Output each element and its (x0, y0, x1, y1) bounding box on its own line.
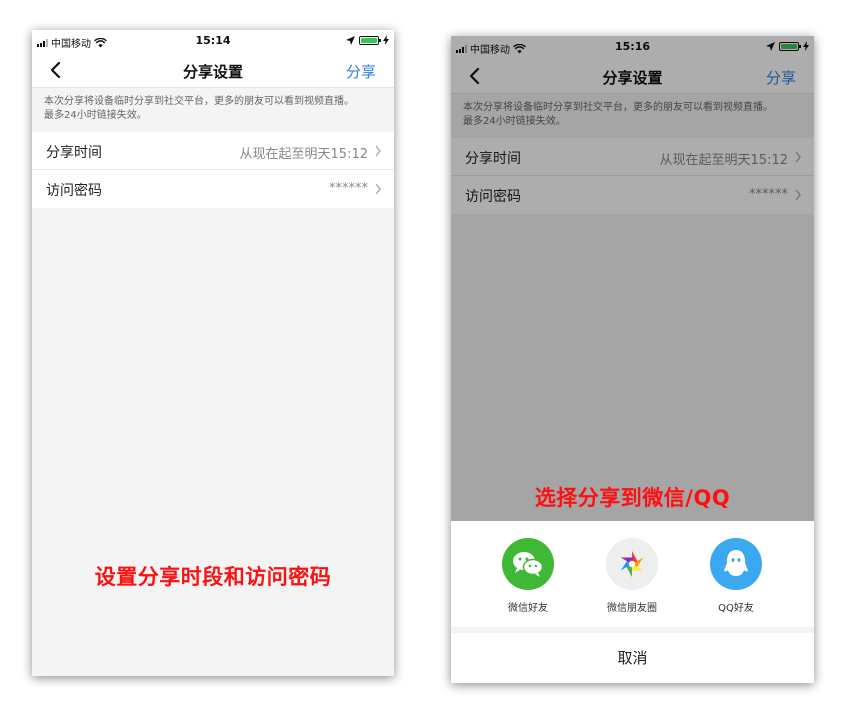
modal-backdrop[interactable] (451, 36, 814, 521)
qq-icon (710, 538, 762, 590)
chevron-right-icon (375, 145, 381, 157)
wechat-moments-icon (606, 538, 658, 590)
access-password-label: 访问密码 (46, 183, 102, 199)
share-target-label: 微信好友 (508, 603, 548, 614)
share-button[interactable]: 分享 (346, 61, 376, 82)
phone-screen-right: 中国移动 15:16 分享设置 分享 本次分享将设备临时分享到社交平台，更多的朋… (451, 36, 814, 683)
status-bar: 中国移动 15:14 (32, 30, 394, 52)
share-wechat-friends-button[interactable]: 微信好友 (488, 538, 568, 614)
annotation-caption: 设置分享时段和访问密码 (94, 565, 332, 589)
phone-screen-left: 中国移动 15:14 分享设置 分享 本次分享将设备临时分享到社交平台，更多的朋… (32, 30, 394, 676)
access-password-row[interactable]: 访问密码 ****** (32, 170, 394, 208)
page-title: 分享设置 (182, 63, 243, 81)
navigation-bar: 分享设置 分享 (32, 52, 394, 88)
share-targets: 微信好友 微信朋友圈 QQ好友 (451, 521, 814, 627)
share-time-row[interactable]: 分享时间 从现在起至明天15:12 (32, 132, 394, 170)
share-sheet: 微信好友 微信朋友圈 QQ好友 取消 (451, 521, 814, 683)
annotation-caption: 选择分享到微信/QQ (534, 486, 731, 510)
chevron-right-icon (375, 183, 381, 195)
charging-bolt-icon (383, 35, 389, 45)
share-target-label: 微信朋友圈 (607, 603, 657, 614)
wechat-icon (502, 538, 554, 590)
notice-line-1: 本次分享将设备临时分享到社交平台，更多的朋友可以看到视频直播。 (44, 96, 354, 107)
share-target-label: QQ好友 (718, 603, 754, 614)
battery-icon (359, 35, 381, 45)
cancel-button[interactable]: 取消 (451, 633, 814, 683)
share-wechat-moments-button[interactable]: 微信朋友圈 (592, 538, 672, 614)
share-time-label: 分享时间 (46, 145, 102, 161)
notice-line-2: 最多24小时链接失效。 (44, 110, 147, 121)
share-notice: 本次分享将设备临时分享到社交平台，更多的朋友可以看到视频直播。 最多24小时链接… (32, 88, 394, 132)
status-time: 15:14 (195, 34, 231, 47)
share-time-value: 从现在起至明天15:12 (239, 147, 368, 162)
location-arrow-icon (346, 35, 355, 45)
share-qq-friends-button[interactable]: QQ好友 (696, 538, 776, 614)
access-password-value: ****** (329, 181, 368, 196)
